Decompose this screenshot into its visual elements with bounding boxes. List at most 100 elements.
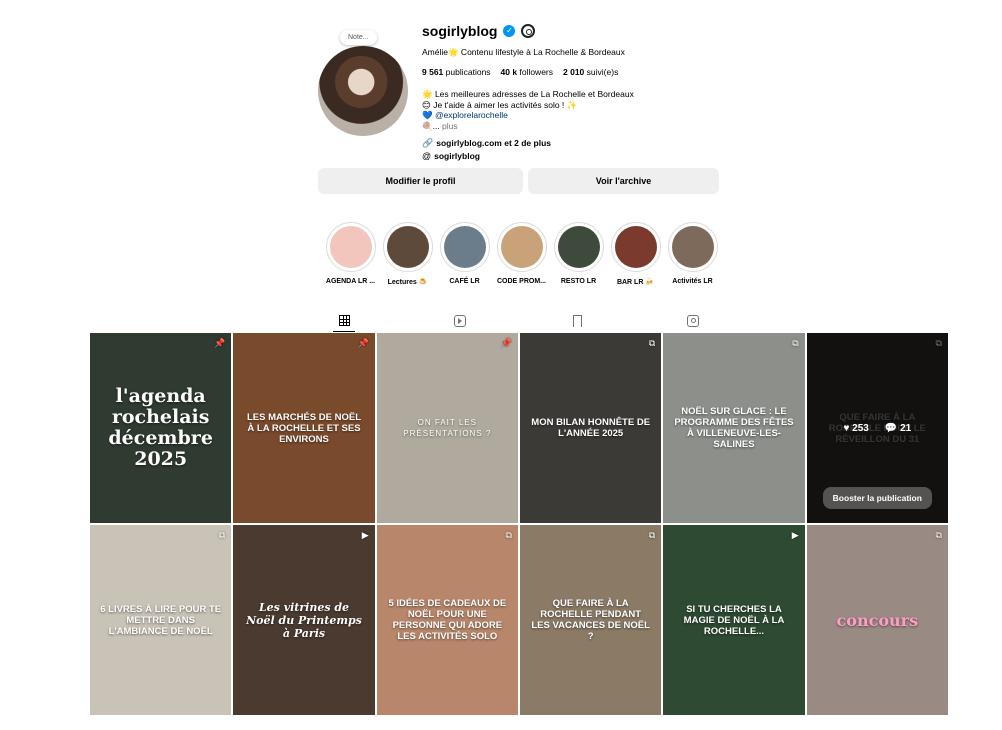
profile-info: sogirlyblog ✓ Amélie🌟 Contenu lifestyle … [422,18,722,163]
bio-line: 😊 Je t'aide à aimer les activités solo !… [422,99,578,110]
post-tile[interactable]: Si tu cherches la magie de Noël à La Roc… [663,525,805,715]
tagged-icon [687,315,699,327]
profile-tagline: Amélie🌟 Contenu lifestyle à La Rochelle … [422,47,625,57]
pinned-icon: 📌 [500,338,512,348]
post-title: Que faire à La Rochelle pendant les vaca… [531,598,650,642]
posts-count: 9 561 publications [422,67,491,77]
highlight-item[interactable]: BAR LR 🍻 [607,222,664,286]
tab-reels[interactable] [449,310,471,332]
carousel-icon: ⧉ [792,338,799,348]
highlight-ring[interactable] [439,222,490,272]
verified-badge-icon: ✓ [503,25,516,37]
tab-saved[interactable] [566,310,588,332]
tab-tagged[interactable] [682,310,704,332]
highlight-cover [557,226,600,268]
post-tile[interactable]: 6 livres à lire pour te mettre dans l'am… [90,525,232,715]
profile-stats: 9 561 publications 40 k followers 2 010 … [422,67,722,77]
post-stats: ♥ 253 💬 21 [843,423,911,434]
reel-indicator-icon: ▶ [361,530,369,540]
highlight-item[interactable]: RESTO LR [550,222,607,286]
post-tile[interactable]: Que faire à La Rochelle pour le réveillo… [806,333,948,523]
post-tile[interactable]: l'agenda rochelais décembre 2025 📌 [90,333,232,523]
highlight-item[interactable]: CAFÉ LR [436,222,493,286]
highlight-cover [443,226,486,268]
link-icon: 🔗 [422,138,434,148]
bio-mention-link[interactable]: 💙 @explorelarochelle [422,110,722,121]
posts-grid: l'agenda rochelais décembre 2025 📌 Les mar… [90,333,948,715]
highlight-ring[interactable] [496,222,547,272]
highlight-label: AGENDA LR ... [325,278,376,285]
post-title: Si tu cherches la magie de Noël à La Roc… [683,603,785,637]
avatar[interactable] [318,46,408,136]
pinned-icon: 📌 [214,338,226,348]
saved-icon [572,315,582,330]
threads-link[interactable]: @ sogirlyblog [422,150,722,163]
highlight-cover [500,226,543,268]
carousel-icon: ⧉ [648,338,656,348]
post-title: 6 livres à lire pour te mettre dans l'am… [100,603,222,637]
highlight-label: BAR LR 🍻 [616,279,655,286]
highlight-item[interactable]: Lectures 🍮 [379,222,436,286]
post-title: concours [836,610,919,630]
bio-line: 🌟 Les meilleures adresses de La Rochelle… [422,89,634,99]
pinned-icon: 📌 [357,338,369,348]
reel-indicator-icon: ▶ [791,530,799,540]
post-tile[interactable]: Noël sur glace : le programme des fêtes … [663,333,805,523]
settings-icon[interactable] [521,24,536,38]
highlight-ring[interactable] [325,222,376,272]
username: sogirlyblog [422,23,498,39]
post-title: Les marchés de Noël à La Rochelle et ses… [246,411,361,445]
highlight-label: RESTO LR [560,278,597,285]
highlight-ring[interactable] [667,222,718,272]
post-title: 5 idées de cadeaux de Noël pour une pers… [388,598,507,642]
carousel-icon: ⧉ [935,530,942,540]
likes-count: ♥ 253 [843,422,869,434]
profile-links: 🔗 sogirlyblog.com et 2 de plus @ sogirlybl… [422,137,722,163]
followers-count[interactable]: 40 k followers [501,67,553,77]
profile-tabs [318,310,718,332]
post-tile[interactable]: concours ⧉ [806,525,948,715]
highlight-cover [671,226,714,268]
following-count[interactable]: 2 010 suivi(e)s [563,67,618,77]
avatar-container[interactable]: Note... [318,30,408,136]
reels-icon [454,315,466,327]
highlight-label: Lectures 🍮 [387,279,428,286]
highlight-ring[interactable] [382,222,433,272]
post-tile[interactable]: On fait les présentations ? 📌 [376,333,518,523]
bio-line: 🍭... [422,120,443,131]
story-highlights: AGENDA LR ... Lectures 🍮 CAFÉ LR CODE PROM.… [322,222,721,286]
post-title: l'agenda rochelais décembre 2025 [108,385,213,470]
comments-count: 💬 21 [884,422,912,434]
grid-icon [338,315,350,326]
post-tile[interactable]: Les marchés de Noël à La Rochelle et ses… [233,333,375,523]
post-title: Mon bilan honnête de l'année 2025 [531,417,651,439]
bio-more-button[interactable]: plus [442,121,458,131]
highlight-cover [386,226,429,268]
highlight-label: CODE PROM... [496,278,546,285]
profile-header: Note... sogirlyblog ✓ Amélie🌟 Contenu li… [318,18,718,168]
post-hover-overlay: ♥ 253 💬 21 Booster la publication [806,333,948,523]
note-bubble[interactable]: Note... [340,30,377,45]
bio: 🌟 Les meilleures adresses de La Rochelle… [422,89,722,131]
highlight-item[interactable]: AGENDA LR ... [322,222,379,286]
edit-profile-button[interactable]: Modifier le profil [318,168,523,194]
highlight-ring[interactable] [610,222,661,272]
view-archive-button[interactable]: Voir l'archive [528,168,719,194]
post-tile[interactable]: 5 idées de cadeaux de Noël pour une pers… [376,525,518,715]
website-link[interactable]: 🔗 sogirlyblog.com et 2 de plus [422,137,722,150]
carousel-icon: ⧉ [218,530,226,540]
highlight-item[interactable]: CODE PROM... [493,222,550,286]
highlight-item[interactable]: Activités LR [664,222,721,286]
highlight-ring[interactable] [553,222,604,272]
post-tile[interactable]: Que faire à La Rochelle pendant les vaca… [519,525,662,715]
post-title: On fait les présentations ? [403,418,492,438]
post-tile[interactable]: Les vitrines de Noël du Printemps à Pari… [233,525,375,715]
carousel-icon: ⧉ [505,530,512,540]
carousel-icon: ⧉ [648,530,656,540]
post-tile[interactable]: Mon bilan honnête de l'année 2025 ⧉ [519,333,662,523]
post-title: Les vitrines de Noël du Printemps à Pari… [246,600,362,640]
highlight-cover [329,226,372,268]
highlight-label: CAFÉ LR [449,278,480,285]
tab-posts[interactable] [333,310,355,332]
boost-post-button[interactable]: Booster la publication [822,487,932,509]
